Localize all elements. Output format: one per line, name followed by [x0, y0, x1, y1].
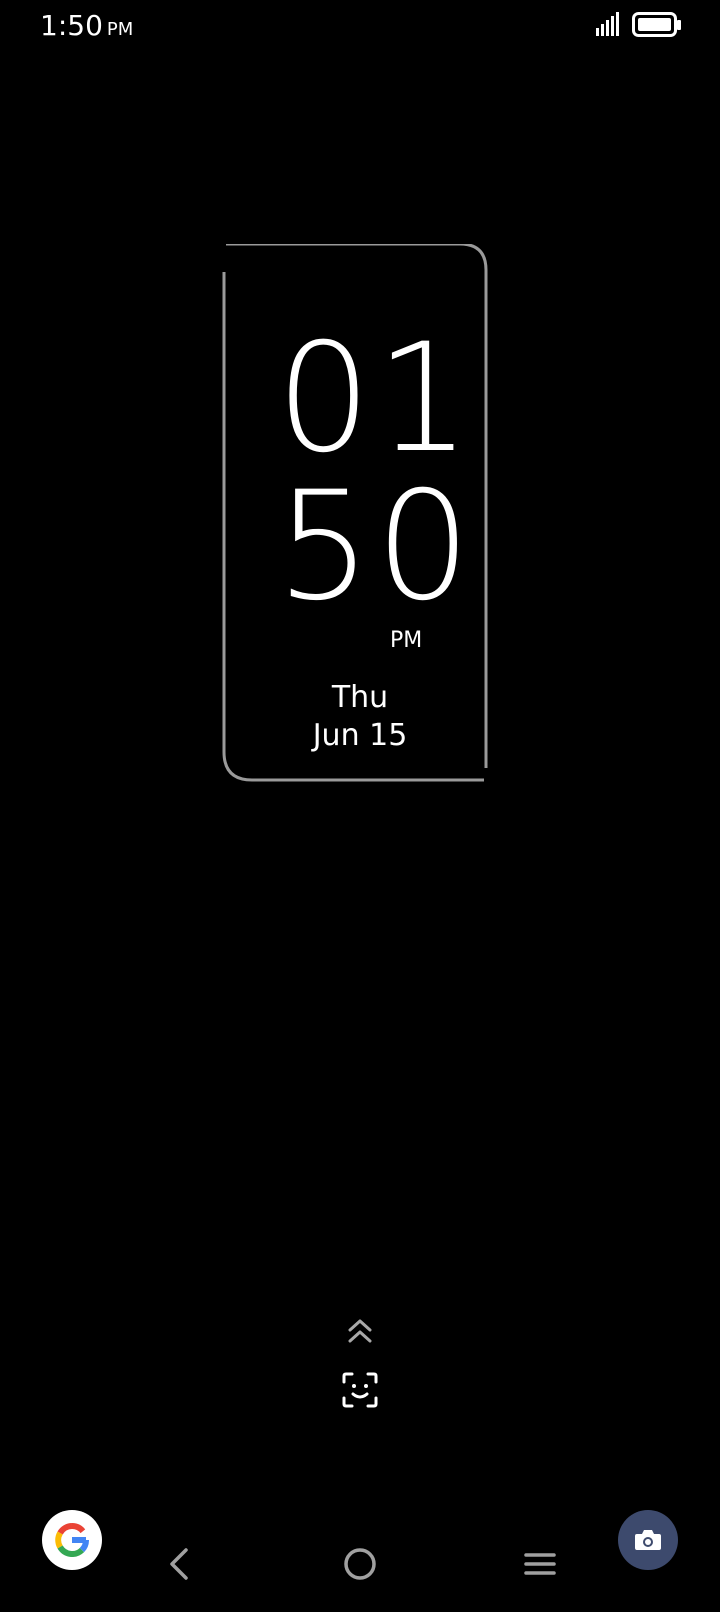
signal-icon — [596, 12, 619, 36]
status-time-ampm: PM — [106, 19, 134, 40]
back-chevron-icon[interactable] — [162, 1546, 198, 1582]
status-bar: 1:50 PM — [0, 0, 720, 56]
clock-ampm: PM — [390, 628, 423, 653]
face-scan-icon[interactable] — [342, 1372, 378, 1408]
battery-icon — [632, 12, 681, 37]
menu-icon[interactable] — [522, 1546, 558, 1582]
camera-shortcut-button[interactable] — [618, 1510, 678, 1570]
google-shortcut-button[interactable] — [42, 1510, 102, 1570]
status-time-value: 1:50 — [40, 9, 103, 42]
clock-hour: 01 — [276, 312, 475, 486]
home-circle-icon[interactable] — [340, 1544, 380, 1584]
camera-icon — [635, 1530, 661, 1550]
status-time: 1:50 PM — [40, 8, 133, 48]
clock-date: Jun 15 — [312, 718, 408, 753]
double-chevron-up-icon[interactable] — [344, 1316, 376, 1348]
clock-minute: 50 — [276, 460, 475, 634]
google-icon — [55, 1523, 89, 1557]
clock-day: Thu — [331, 680, 389, 715]
